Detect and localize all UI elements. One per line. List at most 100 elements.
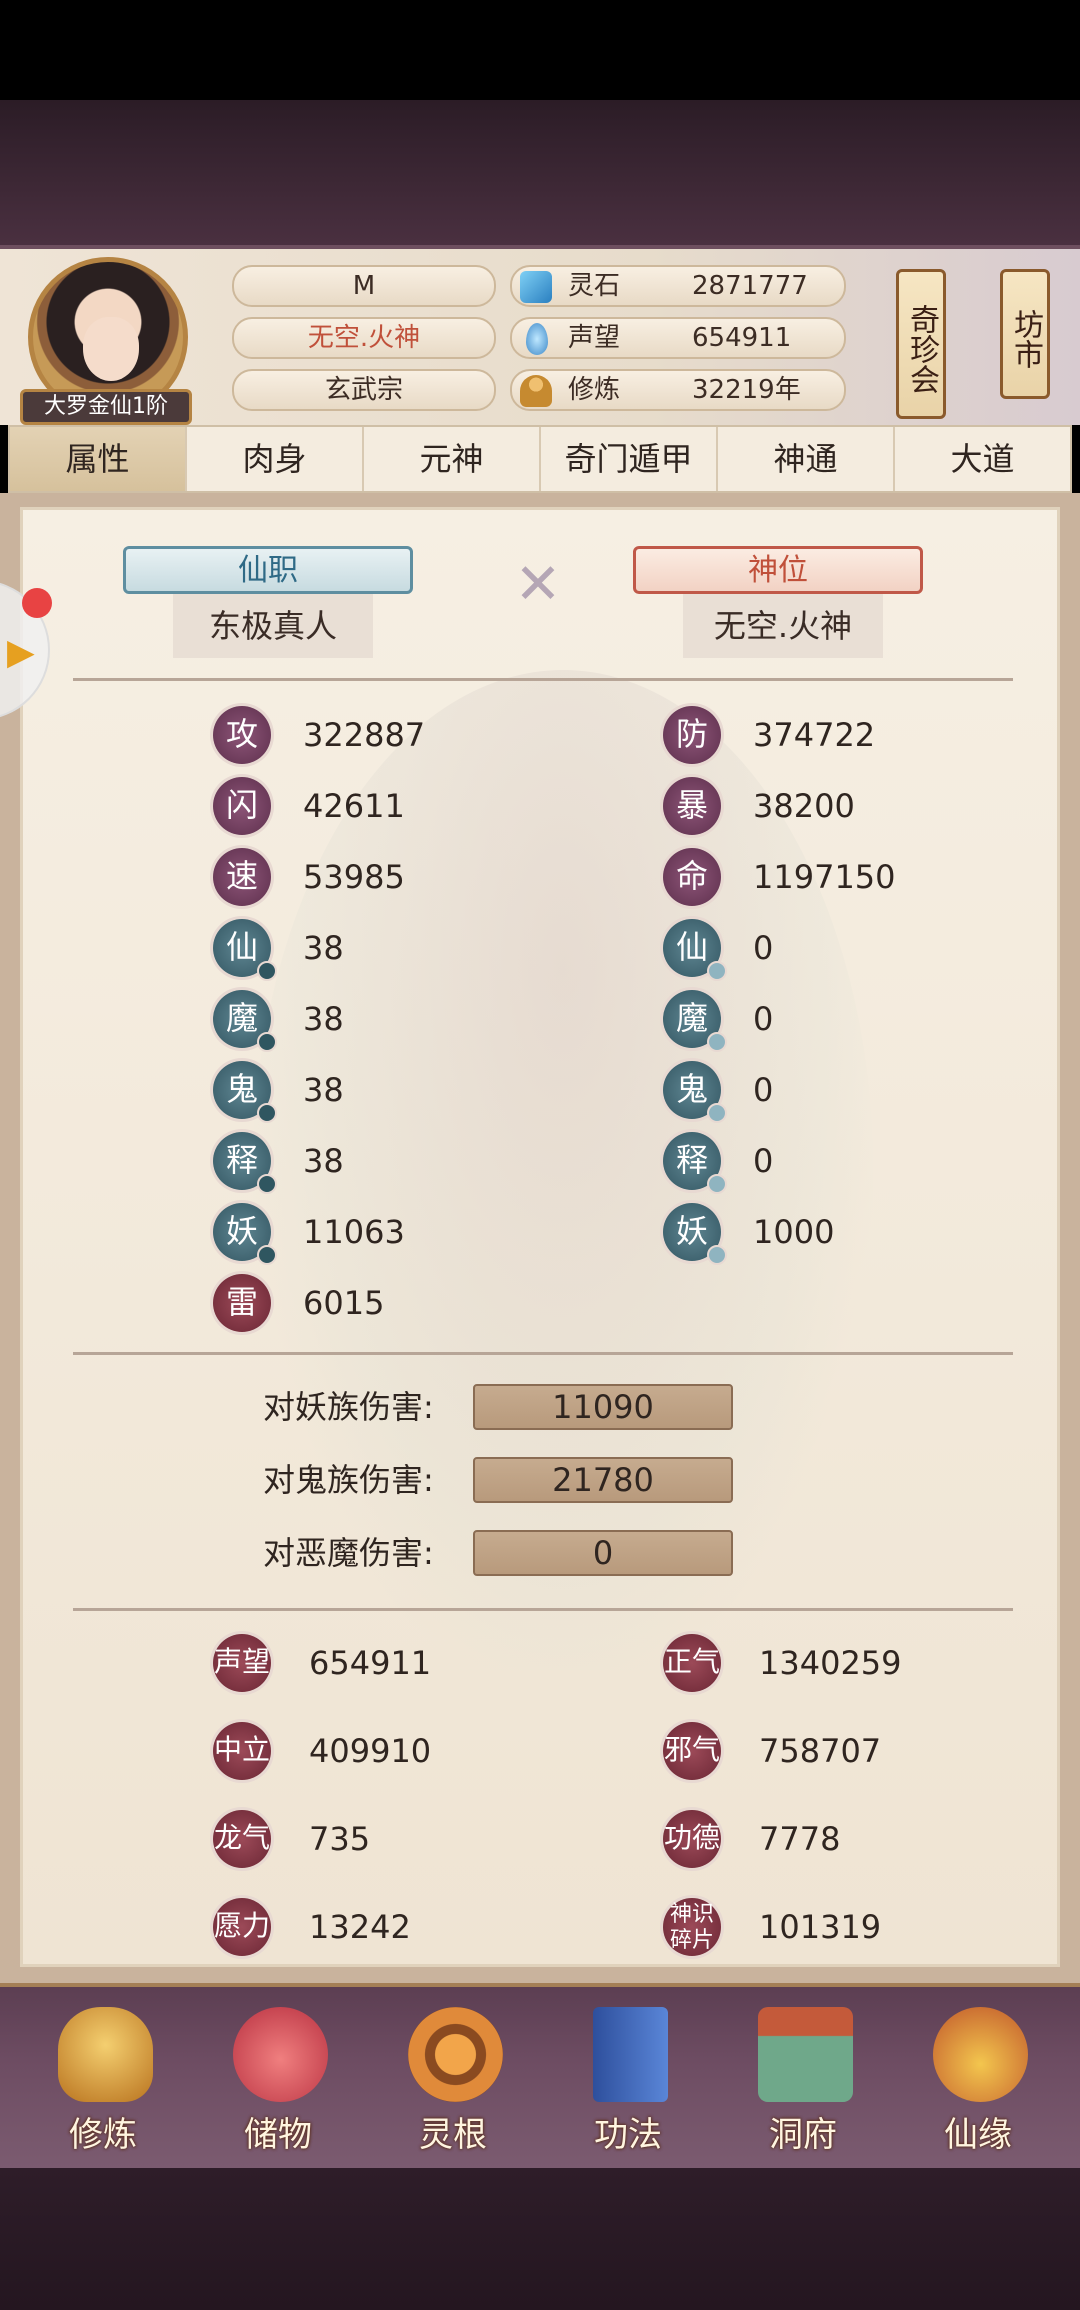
technique-book-icon (593, 2007, 668, 2102)
damage-vs-yao: 对妖族伤害: 11090 (173, 1382, 773, 1432)
shield-dot-icon (707, 1103, 727, 1123)
cultivate-icon (58, 2007, 153, 2102)
stat-value: 374722 (753, 716, 876, 754)
stat-immortal-defense: 仙0 (663, 919, 1080, 981)
resource-label: 修炼 (568, 375, 621, 405)
god-position-value: 无空.火神 (683, 594, 883, 658)
tab-spirit[interactable]: 元神 (364, 427, 541, 491)
tab-supernatural[interactable]: 神通 (718, 427, 895, 491)
reputation-icon (526, 323, 548, 355)
stat-value: 1197150 (753, 858, 896, 896)
nav-storage[interactable]: 储物 (203, 1997, 353, 2162)
stat-yao-attack: 妖 11063 (213, 1203, 633, 1265)
stat-value: 38 (303, 929, 344, 967)
nav-label: 修炼 (69, 2115, 137, 2155)
bottom-nav: 修炼 储物 灵根 功法 洞府 仙缘 (0, 1983, 1080, 2168)
yao-badge: 妖 (663, 1203, 727, 1265)
divider (73, 678, 1013, 681)
player-header: 大罗金仙1阶 M 无空.火神 玄武宗 灵石 2871777 声望 654911 … (0, 245, 1080, 425)
extra-neutral: 中立 409910 (213, 1722, 633, 1782)
stat-value: 38 (303, 1000, 344, 1038)
reputation-badge: 声望 (213, 1634, 271, 1692)
stat-yao-defense: 妖 1000 (663, 1203, 1080, 1265)
resource-spirit-stone: 灵石 2871777 (510, 265, 846, 307)
shield-dot-icon (707, 1032, 727, 1052)
stat-buddha-defense: 释0 (663, 1132, 1080, 1194)
spirit-root-icon (408, 2007, 503, 2102)
treasure-auction-button[interactable]: 奇珍会 (896, 269, 946, 419)
resource-cultivation: 修炼 32219年 (510, 369, 846, 411)
tab-great-dao[interactable]: 大道 (895, 427, 1070, 491)
tab-attributes[interactable]: 属性 (10, 427, 187, 491)
stat-immortal-attack: 仙 38 (213, 919, 633, 981)
buddha-badge: 释 (213, 1132, 277, 1194)
stat-attack: 攻 322887 (213, 706, 633, 766)
resource-label: 灵石 (568, 271, 621, 301)
divider (73, 1352, 1013, 1355)
stat-demon-defense: 魔0 (663, 990, 1080, 1052)
demon-badge: 魔 (663, 990, 727, 1052)
tab-qimen-dunjia[interactable]: 奇门遁甲 (541, 427, 718, 491)
shield-dot-icon (707, 1245, 727, 1265)
stat-value: 11063 (303, 1213, 405, 1251)
player-name: M (232, 265, 496, 307)
nav-technique[interactable]: 功法 (553, 1997, 703, 2162)
top-banner (0, 100, 1080, 245)
badge-glyph: 释 (675, 1141, 708, 1179)
critical-badge: 暴 (663, 777, 721, 835)
nav-label: 仙缘 (944, 2115, 1012, 2155)
stat-value: 13242 (309, 1908, 411, 1946)
stat-ghost-defense: 鬼0 (663, 1061, 1080, 1123)
stat-buddha-attack: 释 38 (213, 1132, 633, 1194)
info-dot-icon (257, 961, 277, 981)
nav-label: 洞府 (769, 2115, 837, 2155)
resource-label: 声望 (568, 323, 621, 353)
stat-ghost-attack: 鬼 38 (213, 1061, 633, 1123)
notification-dot (22, 588, 52, 618)
tab-body[interactable]: 肉身 (187, 427, 364, 491)
divider (73, 1608, 1013, 1611)
extra-reputation: 声望 654911 (213, 1634, 633, 1694)
meditation-icon (520, 375, 552, 407)
info-dot-icon (257, 1174, 277, 1194)
neutral-badge: 中立 (213, 1722, 271, 1780)
merit-badge: 功德 (663, 1810, 721, 1868)
nav-cave[interactable]: 洞府 (728, 1997, 878, 2162)
ghost-badge: 鬼 (663, 1061, 727, 1123)
stat-value: 6015 (303, 1284, 385, 1322)
nav-label: 功法 (594, 2115, 662, 2155)
stat-value: 0 (753, 1000, 774, 1038)
stat-value: 0 (753, 1071, 774, 1109)
info-dot-icon (257, 1245, 277, 1265)
ghost-badge: 鬼 (213, 1061, 277, 1123)
dodge-badge: 闪 (213, 777, 271, 835)
stat-value: 38200 (753, 787, 855, 825)
badge-glyph: 鬼 (675, 1070, 708, 1108)
avatar-face (83, 317, 139, 381)
nav-label: 储物 (244, 2115, 312, 2155)
stat-thunder: 雷 6015 (213, 1274, 633, 1334)
market-button[interactable]: 坊市 (1000, 269, 1050, 399)
extra-soul-fragment: 神识碎片 101319 (663, 1898, 1080, 1958)
stat-value: 38 (303, 1071, 344, 1109)
chevron-right-icon: ▶ (7, 632, 35, 673)
bottom-bar (0, 2168, 1080, 2310)
nav-spirit-root[interactable]: 灵根 (378, 1997, 528, 2162)
storage-bag-icon (233, 2007, 328, 2102)
player-title: 无空.火神 (232, 317, 496, 359)
attributes-panel: 仙职 东极真人 ✕ 神位 无空.火神 攻 322887 闪 42611 速 53985… (0, 493, 1080, 1983)
nav-fate[interactable]: 仙缘 (903, 1997, 1053, 2162)
attack-badge: 攻 (213, 706, 271, 764)
stat-value: 38 (303, 1142, 344, 1180)
spirit-stone-icon (520, 271, 552, 303)
stat-value: 409910 (309, 1732, 432, 1770)
nav-cultivate[interactable]: 修炼 (28, 1997, 178, 2162)
cave-dwelling-icon (758, 2007, 853, 2102)
stat-value: 0 (753, 1142, 774, 1180)
soul-fragment-badge: 神识碎片 (663, 1898, 721, 1956)
badge-glyph: 仙 (225, 928, 258, 966)
defense-badge: 防 (663, 706, 721, 764)
extra-evil-qi: 邪气 758707 (663, 1722, 1080, 1782)
badge-glyph: 释 (225, 1141, 258, 1179)
demon-badge: 魔 (213, 990, 277, 1052)
